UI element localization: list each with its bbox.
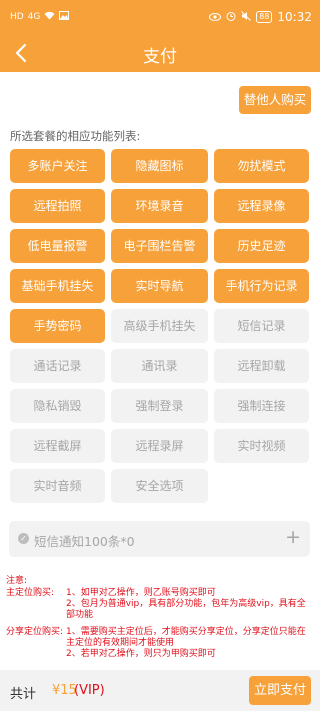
feature-button[interactable]: 高级手机挂失	[111, 309, 208, 343]
battery-indicator: 88	[256, 11, 273, 23]
check-circle-icon[interactable]: ✓	[18, 533, 29, 544]
feature-button[interactable]: 实时音频	[10, 469, 105, 503]
feature-button[interactable]: 手势密码	[10, 309, 105, 343]
feature-button[interactable]: 历史足迹	[214, 229, 309, 263]
main-note-line: 1、如甲对乙操作，则乙账号购买即可	[66, 588, 216, 598]
feature-button[interactable]: 强制登录	[111, 389, 208, 423]
feature-button[interactable]: 基础手机挂失	[10, 269, 105, 303]
main-note-line: 2、包月为普通vip，具有部分功能，包年为高级vip，具有全部功能	[66, 599, 306, 620]
wifi-icon	[44, 11, 55, 23]
status-time: 10:32	[277, 10, 312, 24]
feature-button[interactable]: 多账户关注	[10, 149, 105, 183]
image-icon	[59, 11, 70, 23]
feature-button[interactable]: 隐私销毁	[10, 389, 105, 423]
feature-button[interactable]: 手机行为记录	[214, 269, 309, 303]
feature-button[interactable]: 远程拍照	[10, 189, 105, 223]
feature-button[interactable]: 通讯录	[111, 349, 208, 383]
feature-button[interactable]: 强制连接	[214, 389, 309, 423]
feature-button[interactable]: 低电量报警	[10, 229, 105, 263]
feature-button[interactable]: 远程截屏	[10, 429, 105, 463]
status-bar: HD 4G 88 10:32	[0, 0, 320, 34]
feature-button[interactable]: 实时导航	[111, 269, 208, 303]
eye-icon	[209, 11, 222, 24]
page-title: 支付	[143, 47, 177, 67]
bottom-bar: 共计 ¥15 (VIP) 立即支付	[0, 670, 320, 711]
pay-now-button[interactable]: 立即支付	[249, 676, 311, 705]
feature-button[interactable]: 实时视频	[214, 429, 309, 463]
status-left: HD 4G	[10, 11, 70, 23]
feature-list-caption: 所选套餐的相应功能列表:	[10, 129, 141, 143]
main-purchase-note: 主定位购买: 1、如甲对乙操作，则乙账号购买即可 2、包月为普通vip，具有部分…	[6, 588, 314, 621]
sms-addon-label: 短信通知100条*0	[34, 534, 135, 549]
signal-indicator: 4G	[27, 12, 41, 22]
feature-grid: 多账户关注 隐藏图标 勿扰模式远程拍照 环境录音 远程录像低电量报警 电子围栏告警 历史足迹…	[10, 149, 310, 503]
share-purchase-label: 分享定位购买:	[6, 627, 64, 637]
buy-for-other-button[interactable]: 替他人购买	[239, 86, 311, 114]
nav-bar: 支付	[0, 34, 320, 72]
share-note-line: 2、若甲对乙操作，则只为甲购买即可	[66, 649, 216, 659]
feature-button[interactable]: 电子围栏告警	[111, 229, 208, 263]
feature-button[interactable]: 安全选项	[111, 469, 208, 503]
total-label: 共计	[10, 687, 37, 702]
feature-button[interactable]: 远程卸载	[214, 349, 309, 383]
mute-icon	[241, 10, 252, 24]
share-note-line: 1、需要购买主定位后，才能购买分享定位，分享定位只能在主定位的有效期间才能使用	[66, 627, 306, 648]
feature-button[interactable]: 短信记录	[214, 309, 309, 343]
feature-button[interactable]: 环境录音	[111, 189, 208, 223]
feature-button[interactable]: 通话记录	[10, 349, 105, 383]
hd-indicator: HD	[10, 12, 24, 22]
feature-button[interactable]: 远程录像	[214, 189, 309, 223]
feature-button[interactable]: 勿扰模式	[214, 149, 309, 183]
notes-title: 注意:	[6, 576, 28, 586]
feature-button[interactable]: 隐藏图标	[111, 149, 208, 183]
share-purchase-note: 分享定位购买: 1、需要购买主定位后，才能购买分享定位，分享定位只能在主定位的有…	[6, 627, 314, 660]
status-right: 88 10:32	[209, 10, 312, 24]
plus-icon[interactable]: +	[285, 526, 301, 548]
main-purchase-label: 主定位购买:	[6, 588, 55, 598]
notes-section: 注意: 主定位购买: 1、如甲对乙操作，则乙账号购买即可 2、包月为普通vip，…	[6, 576, 314, 660]
alarm-icon	[226, 11, 236, 24]
vip-label: (VIP)	[74, 683, 105, 698]
sms-addon-row[interactable]: ✓ 短信通知100条*0 +	[9, 521, 310, 557]
feature-button[interactable]: 远程录屏	[111, 429, 208, 463]
